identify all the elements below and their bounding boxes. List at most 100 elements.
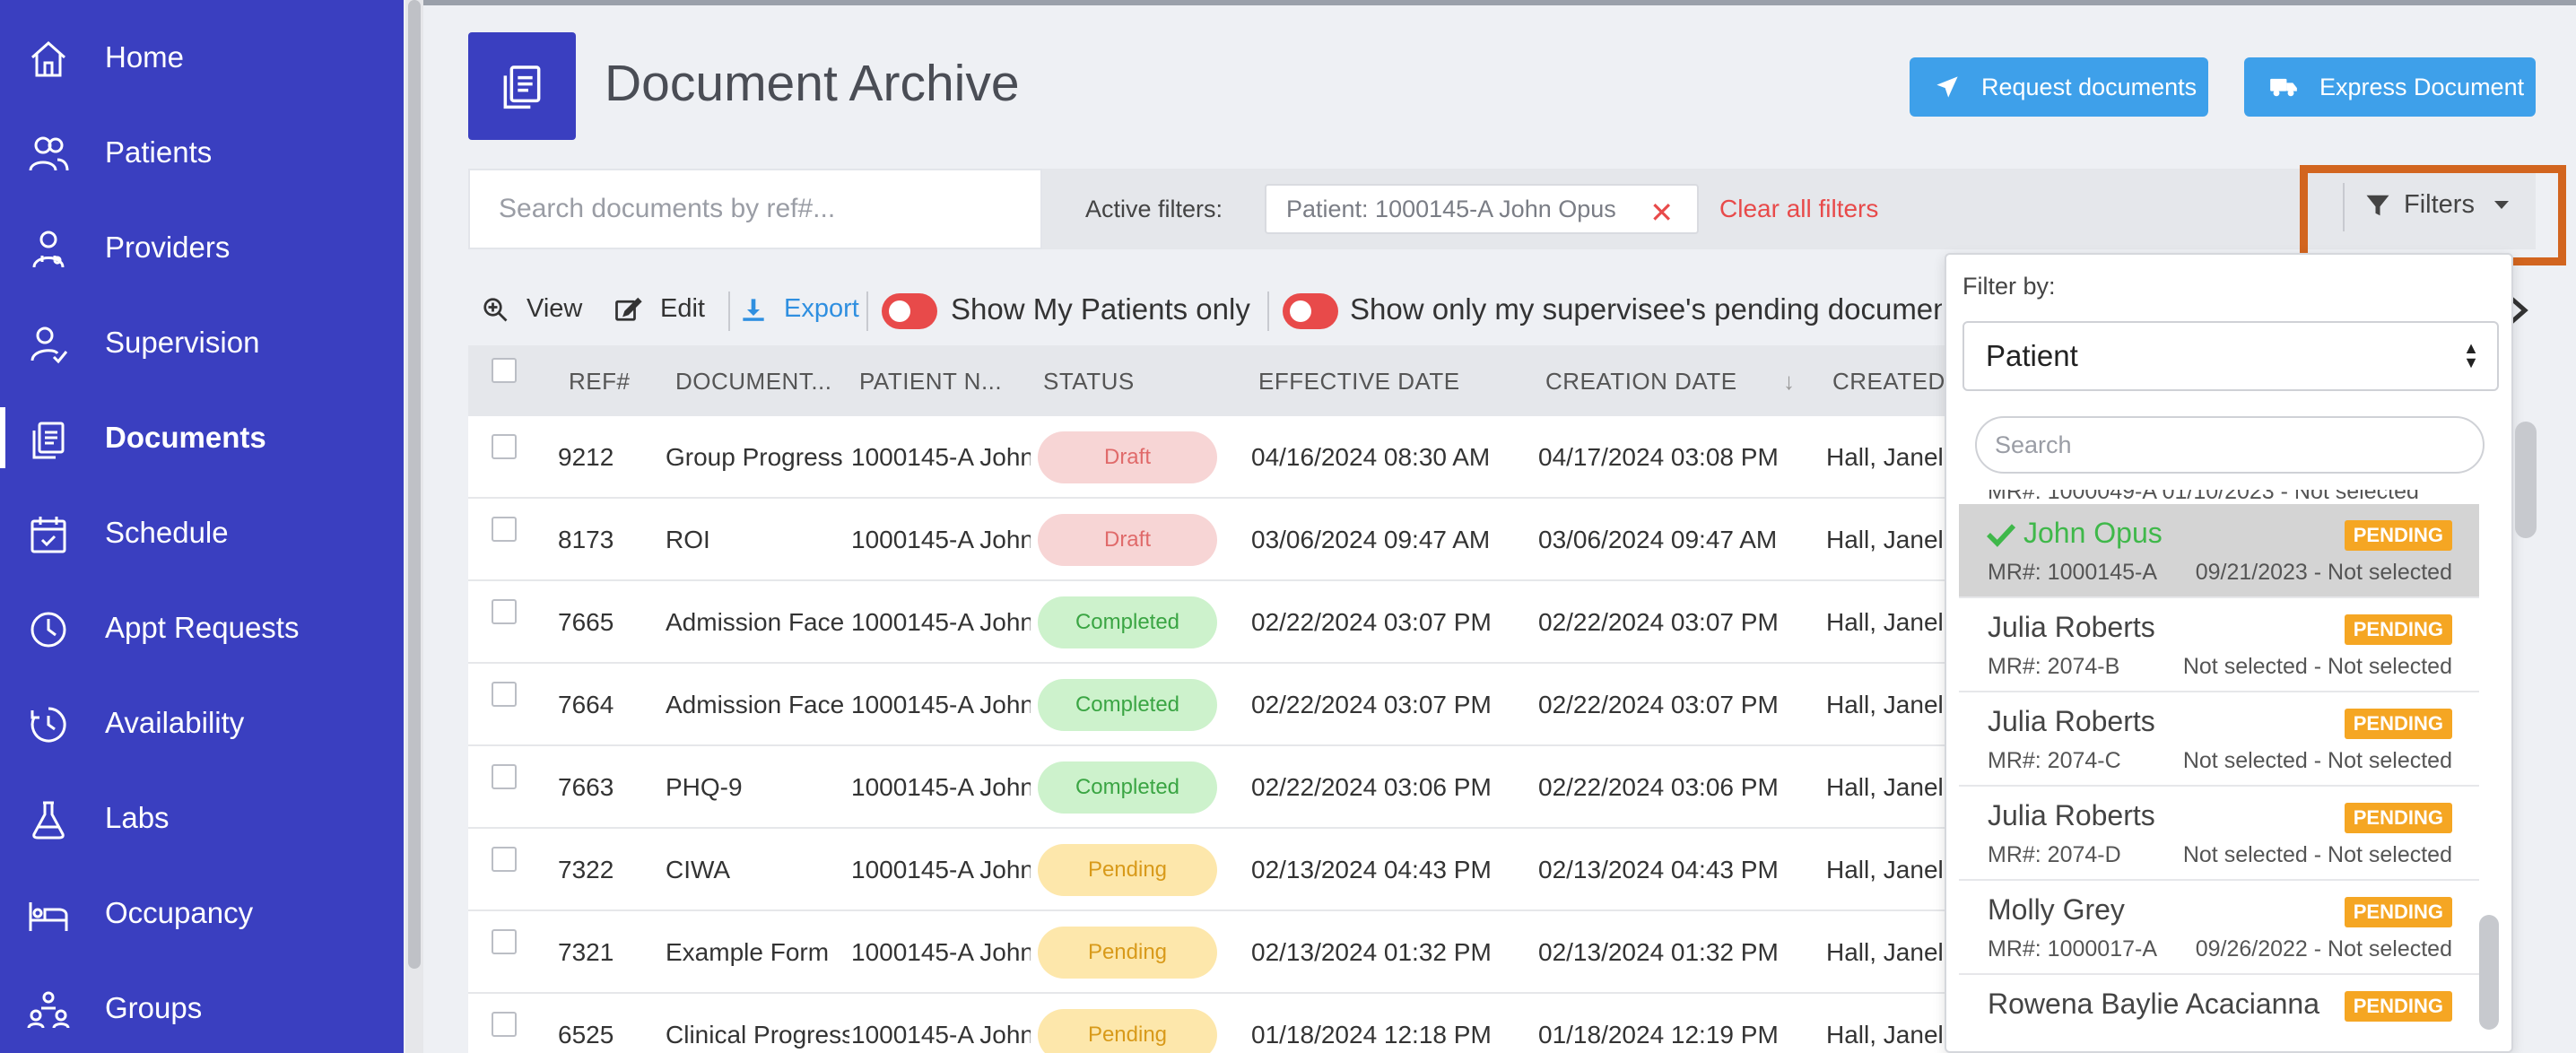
row-checkbox[interactable] (492, 847, 517, 872)
status-badge: Completed (1038, 679, 1217, 731)
patient-option-name: Julia Roberts (1988, 705, 2155, 737)
table-row[interactable]: 6525 Clinical Progress 1000145-A John Pendi… (468, 994, 2011, 1053)
table-row[interactable]: 7322 CIWA 1000145-A John Pending 02/13/2024 … (468, 829, 2011, 911)
column-header-effective-date[interactable]: EFFECTIVE DATE (1258, 368, 1460, 396)
remove-filter-icon[interactable]: ✕ (1649, 196, 1674, 230)
patient-option-name: Julia Roberts (1988, 799, 2155, 831)
sidebar-item-label: Occupancy (105, 896, 254, 929)
column-header-patient[interactable]: PATIENT N... (859, 368, 1002, 396)
sidebar-item-documents[interactable]: Documents (0, 402, 404, 474)
cell-patient: 1000145-A John (851, 691, 1031, 718)
active-filter-chip[interactable]: Patient: 1000145-A John Opus ✕ (1265, 184, 1699, 234)
cell-created-by: Hall, Janelle (1826, 856, 1961, 883)
export-label: Export (784, 294, 859, 323)
row-checkbox[interactable] (492, 929, 517, 954)
request-documents-label: Request documents (1981, 73, 2197, 100)
row-checkbox[interactable] (492, 764, 517, 789)
occupancy-icon (27, 893, 70, 936)
sidebar-item-labs[interactable]: Labs (0, 782, 404, 854)
sidebar-scrollbar[interactable] (405, 0, 423, 1053)
sidebar-item-supervision[interactable]: Supervision (0, 307, 404, 379)
cell-ref: 8173 (558, 526, 614, 553)
patient-option[interactable]: Julia Roberts PENDING MR#: 2074-D Not selec… (1959, 787, 2479, 881)
cell-created-by: Hall, Janelle (1826, 608, 1961, 636)
toolbar-separator (1267, 292, 1269, 331)
cell-document: Admission Face (666, 608, 845, 636)
filter-by-label: Filter by: (1962, 273, 2056, 300)
edit-icon (614, 296, 642, 323)
status-badge: Completed (1038, 761, 1217, 814)
row-checkbox[interactable] (492, 434, 517, 459)
supervision-icon (27, 323, 70, 366)
patient-option[interactable]: Julia Roberts PENDING MR#: 2074-C Not selec… (1959, 692, 2479, 787)
row-checkbox[interactable] (492, 682, 517, 707)
patient-option[interactable]: John Opus PENDING MR#: 1000145-A 09/21/2023… (1959, 504, 2479, 598)
patient-option[interactable]: Julia Roberts PENDING MR#: 2074-B Not selec… (1959, 598, 2479, 692)
search-input[interactable]: Search documents by ref#... (468, 169, 1042, 249)
filter-by-select[interactable]: Patient ▲ ▼ (1962, 321, 2499, 391)
sidebar-item-schedule[interactable]: Schedule (0, 497, 404, 569)
supervisee-pending-toggle[interactable] (1283, 293, 1338, 329)
table-row[interactable]: 7663 PHQ-9 1000145-A John Completed 02/22/20… (468, 746, 2011, 829)
my-patients-toggle[interactable] (882, 293, 937, 329)
column-header-document[interactable]: DOCUMENT... (675, 368, 832, 396)
table-row[interactable]: 7664 Admission Face 1000145-A John Complete… (468, 664, 2011, 746)
table-row[interactable]: 7665 Admission Face 1000145-A John Complete… (468, 581, 2011, 664)
cell-effective-date: 02/22/2024 03:07 PM (1251, 608, 1492, 636)
sidebar-item-label: Availability (105, 706, 245, 739)
patient-option-mr: MR#: 2074-D (1988, 842, 2121, 867)
column-header-ref[interactable]: REF# (569, 368, 630, 396)
documents-icon (468, 32, 576, 140)
sidebar-item-patients[interactable]: Patients (0, 117, 404, 188)
cell-effective-date: 02/13/2024 04:43 PM (1251, 856, 1492, 883)
cell-creation-date: 02/22/2024 03:07 PM (1538, 608, 1779, 636)
cell-created-by: Hall, Janelle (1826, 526, 1961, 553)
cell-effective-date: 02/22/2024 03:07 PM (1251, 691, 1492, 718)
table-scrollbar-thumb[interactable] (2515, 422, 2537, 538)
sidebar-item-label: Groups (105, 991, 203, 1024)
edit-button[interactable]: Edit (614, 294, 705, 324)
column-header-creation-date[interactable]: CREATION DATE (1545, 368, 1737, 396)
sidebar-item-groups[interactable]: Groups (0, 972, 404, 1044)
cell-patient: 1000145-A John (851, 1021, 1031, 1049)
sidebar-item-availability[interactable]: Availability (0, 687, 404, 759)
patient-option[interactable]: Rowena Baylie Acacianna PENDING (1959, 975, 2479, 1051)
column-header-status[interactable]: STATUS (1043, 368, 1135, 396)
sidebar-item-label: Home (105, 40, 185, 74)
row-checkbox[interactable] (492, 1012, 517, 1037)
check-icon (1986, 522, 2016, 552)
dropdown-scroll-thumb[interactable] (2479, 915, 2499, 1030)
pending-badge: PENDING (2344, 897, 2452, 927)
view-button[interactable]: View (482, 294, 582, 324)
appt-requests-icon (27, 608, 70, 651)
table-row[interactable]: 9212 Group Progress 1000145-A John Draft 04/… (468, 416, 2011, 499)
filter-chip-label: Patient: 1000145-A John Opus (1286, 195, 1616, 222)
patient-option-mr: MR#: 2074-C (1988, 748, 2121, 773)
dropdown-scrollbar[interactable] (2479, 422, 2499, 1030)
request-documents-button[interactable]: Request documents (1910, 57, 2208, 117)
table-row[interactable]: 8173 ROI 1000145-A John Draft 03/06/2024 09:… (468, 499, 2011, 581)
clear-all-filters-link[interactable]: Clear all filters (1719, 195, 1878, 223)
row-checkbox[interactable] (492, 599, 517, 624)
sidebar-item-occupancy[interactable]: Occupancy (0, 877, 404, 949)
cell-document: Example Form (666, 938, 830, 966)
export-button[interactable]: Export (741, 294, 859, 324)
sidebar-item-label: Appt Requests (105, 611, 300, 644)
edit-label: Edit (660, 294, 705, 323)
patient-option-dates: Not selected - Not selected (2182, 654, 2452, 679)
express-document-button[interactable]: Express Document (2244, 57, 2536, 117)
patient-search-input[interactable]: Search (1975, 416, 2485, 474)
sidebar-scroll-thumb[interactable] (408, 0, 421, 969)
sidebar-item-appt-requests[interactable]: Appt Requests (0, 592, 404, 664)
active-filters-label: Active filters: (1085, 196, 1223, 222)
sidebar-item-home[interactable]: Home (0, 22, 404, 93)
cell-creation-date: 01/18/2024 12:19 PM (1538, 1021, 1779, 1049)
table-row[interactable]: 7321 Example Form 1000145-A John Pending 02/… (468, 911, 2011, 994)
column-header-created-by[interactable]: CREATED (1832, 368, 1945, 396)
sort-desc-icon[interactable]: ↓ (1783, 368, 1796, 396)
select-all-checkbox[interactable] (492, 358, 517, 383)
cell-ref: 7663 (558, 773, 614, 801)
row-checkbox[interactable] (492, 517, 517, 542)
patient-option[interactable]: Molly Grey PENDING MR#: 1000017-A 09/26/202… (1959, 881, 2479, 975)
sidebar-item-providers[interactable]: Providers (0, 212, 404, 283)
